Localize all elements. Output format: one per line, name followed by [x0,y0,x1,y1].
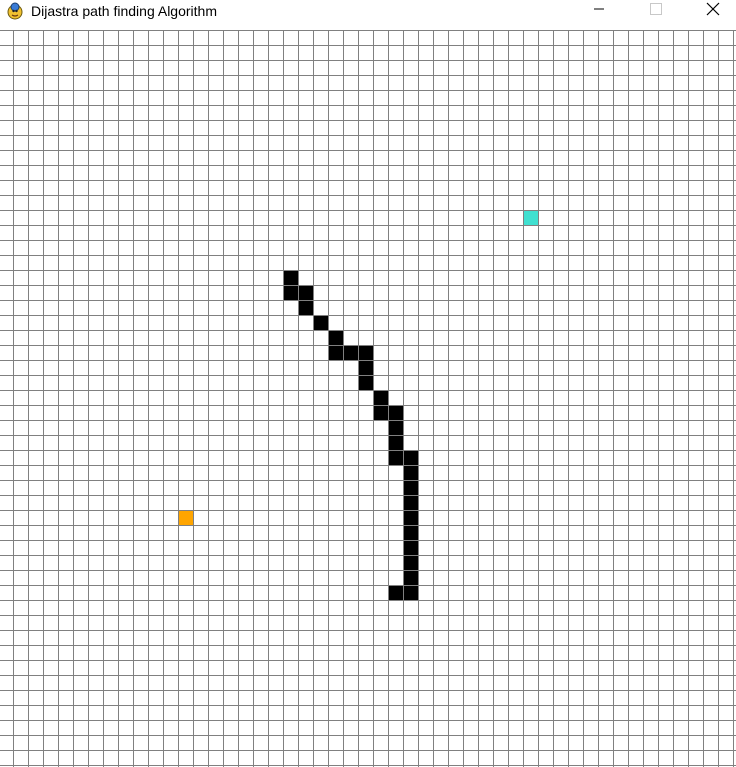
barrier-cell[interactable] [373,390,388,405]
barrier-cell[interactable] [388,435,403,450]
pygame-snake-icon [6,2,24,20]
maximize-icon [650,2,662,20]
window-title: Dijastra path finding Algorithm [31,3,217,19]
barrier-cell[interactable] [388,585,403,600]
start-node[interactable] [178,510,193,525]
barrier-cell[interactable] [403,495,418,510]
barrier-cell[interactable] [283,285,298,300]
barrier-cell[interactable] [388,420,403,435]
barrier-cell[interactable] [403,510,418,525]
barrier-cell[interactable] [388,450,403,465]
barrier-cell[interactable] [328,330,343,345]
minimize-icon [593,2,605,20]
maximize-button[interactable] [633,0,679,22]
barrier-cell[interactable] [358,375,373,390]
close-icon [706,2,720,21]
barrier-cell[interactable] [298,300,313,315]
barrier-cell[interactable] [358,360,373,375]
barrier-cell[interactable] [403,540,418,555]
barrier-cell[interactable] [298,285,313,300]
barrier-cell[interactable] [358,345,373,360]
barrier-cell[interactable] [373,405,388,420]
barrier-cell[interactable] [403,525,418,540]
minimize-button[interactable] [576,0,622,22]
barrier-cell[interactable] [343,345,358,360]
grid-canvas[interactable] [0,30,736,767]
barrier-cell[interactable] [403,570,418,585]
grid-svg[interactable] [0,30,736,767]
barrier-cell[interactable] [283,270,298,285]
title-bar[interactable]: Dijastra path finding Algorithm [0,0,736,30]
end-node[interactable] [523,210,538,225]
close-button[interactable] [690,0,736,22]
barrier-cell[interactable] [403,450,418,465]
barrier-cell[interactable] [313,315,328,330]
barrier-cell[interactable] [328,345,343,360]
app-window: Dijastra path finding Algorithm [0,0,736,767]
barrier-cell[interactable] [403,465,418,480]
barrier-cell[interactable] [388,405,403,420]
barrier-cell[interactable] [403,480,418,495]
barrier-cell[interactable] [403,585,418,600]
barrier-cell[interactable] [403,555,418,570]
